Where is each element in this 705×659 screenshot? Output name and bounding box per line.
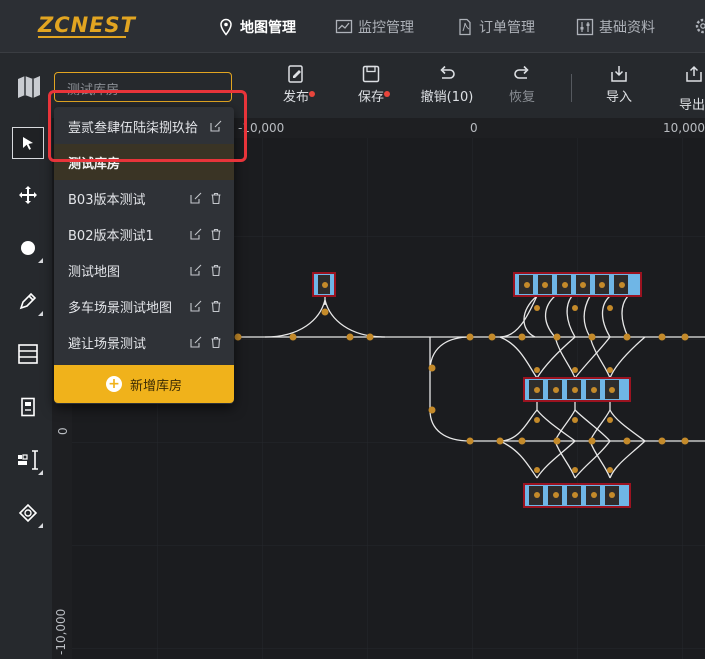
shelf-tool[interactable]: [12, 338, 44, 370]
station-icon: [21, 397, 35, 417]
save-dot: [384, 91, 390, 97]
shelf-group-single[interactable]: [312, 272, 336, 297]
nav-monitor-management[interactable]: 监控管理: [335, 16, 414, 38]
redo-icon: [514, 65, 529, 79]
document-icon: [456, 18, 474, 36]
toolbar-separator: [571, 74, 572, 102]
move-tool[interactable]: [12, 179, 44, 211]
edit-icon[interactable]: [190, 192, 202, 204]
ruler-left-label: 0: [56, 427, 70, 435]
shelf-icon: [18, 344, 38, 364]
station-tool[interactable]: [12, 391, 44, 423]
top-nav: ZCNEST 地图管理 监控管理 订单管理 基础资料: [0, 0, 705, 52]
nav-basic-data[interactable]: 基础资料: [576, 16, 655, 38]
dropdown-item-label: 测试地图: [68, 264, 121, 280]
dropdown-item-label: B02版本测试1: [68, 228, 154, 244]
add-warehouse-label: 新增库房: [129, 378, 182, 394]
logo-underline: [38, 36, 126, 38]
tool-sidebar: [0, 118, 53, 659]
plus-circle-icon: +: [105, 376, 122, 392]
nav-label: 订单管理: [479, 20, 535, 36]
add-warehouse-button[interactable]: + 新增库房: [54, 365, 234, 403]
redo-button[interactable]: 恢复: [492, 64, 552, 114]
select-arrow-icon: [23, 137, 33, 150]
delete-icon[interactable]: [210, 264, 222, 277]
shelf-group-top[interactable]: [513, 272, 642, 297]
dropdown-item-label: 避让场景测试: [68, 336, 147, 352]
map-icon: [16, 74, 42, 100]
import-label: 导入: [605, 90, 632, 105]
delete-icon[interactable]: [210, 336, 222, 349]
nav-label: 监控管理: [358, 20, 414, 36]
highlight-box: [48, 90, 247, 162]
point-icon: [21, 241, 35, 255]
nav-map-management[interactable]: 地图管理: [217, 16, 296, 38]
nav-label: 基础资料: [599, 20, 655, 36]
save-button[interactable]: 保存: [341, 64, 401, 114]
monitor-chart-icon: [335, 18, 353, 36]
redo-label: 恢复: [508, 90, 535, 105]
nav-order-management[interactable]: 订单管理: [456, 16, 535, 38]
dropdown-item[interactable]: 测试地图: [54, 252, 234, 288]
location-pin-icon: [217, 18, 235, 36]
move-icon: [19, 186, 37, 204]
publish-icon: [288, 65, 303, 83]
save-icon: [362, 65, 380, 83]
dropdown-item[interactable]: B02版本测试1: [54, 216, 234, 252]
ruler-left-label: -10,000: [54, 608, 68, 655]
dropdown-item-label: B03版本测试: [68, 192, 146, 208]
edit-icon[interactable]: [190, 336, 202, 348]
nav-label: 地图管理: [240, 20, 296, 36]
delete-icon[interactable]: [210, 300, 222, 313]
delete-icon[interactable]: [210, 228, 222, 241]
shelf-group-bottom[interactable]: [523, 483, 631, 508]
pen-icon: [19, 292, 37, 310]
text-tool[interactable]: [12, 444, 44, 476]
edit-icon[interactable]: [190, 228, 202, 240]
publish-button[interactable]: 发布: [266, 64, 326, 114]
edit-icon[interactable]: [190, 300, 202, 312]
dropdown-item[interactable]: 避让场景测试: [54, 324, 234, 360]
shelf-group-middle[interactable]: [523, 377, 631, 402]
export-button[interactable]: 导出: [666, 64, 705, 114]
tool-menu-indicator: [38, 311, 43, 316]
select-tool[interactable]: [12, 127, 44, 159]
ruler-top-label: 10,000: [663, 121, 705, 135]
tool-menu-indicator: [38, 523, 43, 528]
undo-label: 撤销(10): [420, 90, 474, 105]
edit-icon[interactable]: [190, 264, 202, 276]
app-logo[interactable]: ZCNEST: [38, 13, 136, 37]
publish-label: 发布: [282, 90, 309, 105]
point-tool[interactable]: [12, 232, 44, 264]
export-icon: [686, 65, 702, 82]
undo-icon: [440, 65, 455, 79]
import-icon: [611, 66, 627, 82]
import-button[interactable]: 导入: [589, 64, 649, 114]
save-label: 保存: [357, 90, 384, 105]
export-label: 导出: [679, 98, 705, 113]
ruler-top-label: 0: [470, 121, 478, 135]
dropdown-item[interactable]: 多车场景测试地图: [54, 288, 234, 324]
area-icon: [18, 503, 38, 523]
dropdown-item[interactable]: B03版本测试: [54, 180, 234, 216]
area-tool[interactable]: [12, 497, 44, 529]
undo-button[interactable]: 撤销(10): [416, 64, 478, 114]
pen-tool[interactable]: [12, 285, 44, 317]
tool-menu-indicator: [38, 470, 43, 475]
publish-dot: [309, 91, 315, 97]
dropdown-item-label: 多车场景测试地图: [68, 300, 173, 316]
settings-sliders-icon: [576, 18, 594, 36]
gear-icon[interactable]: [694, 17, 705, 35]
delete-icon[interactable]: [210, 192, 222, 205]
text-tool-icon: [18, 450, 38, 470]
tool-menu-indicator: [38, 258, 43, 263]
